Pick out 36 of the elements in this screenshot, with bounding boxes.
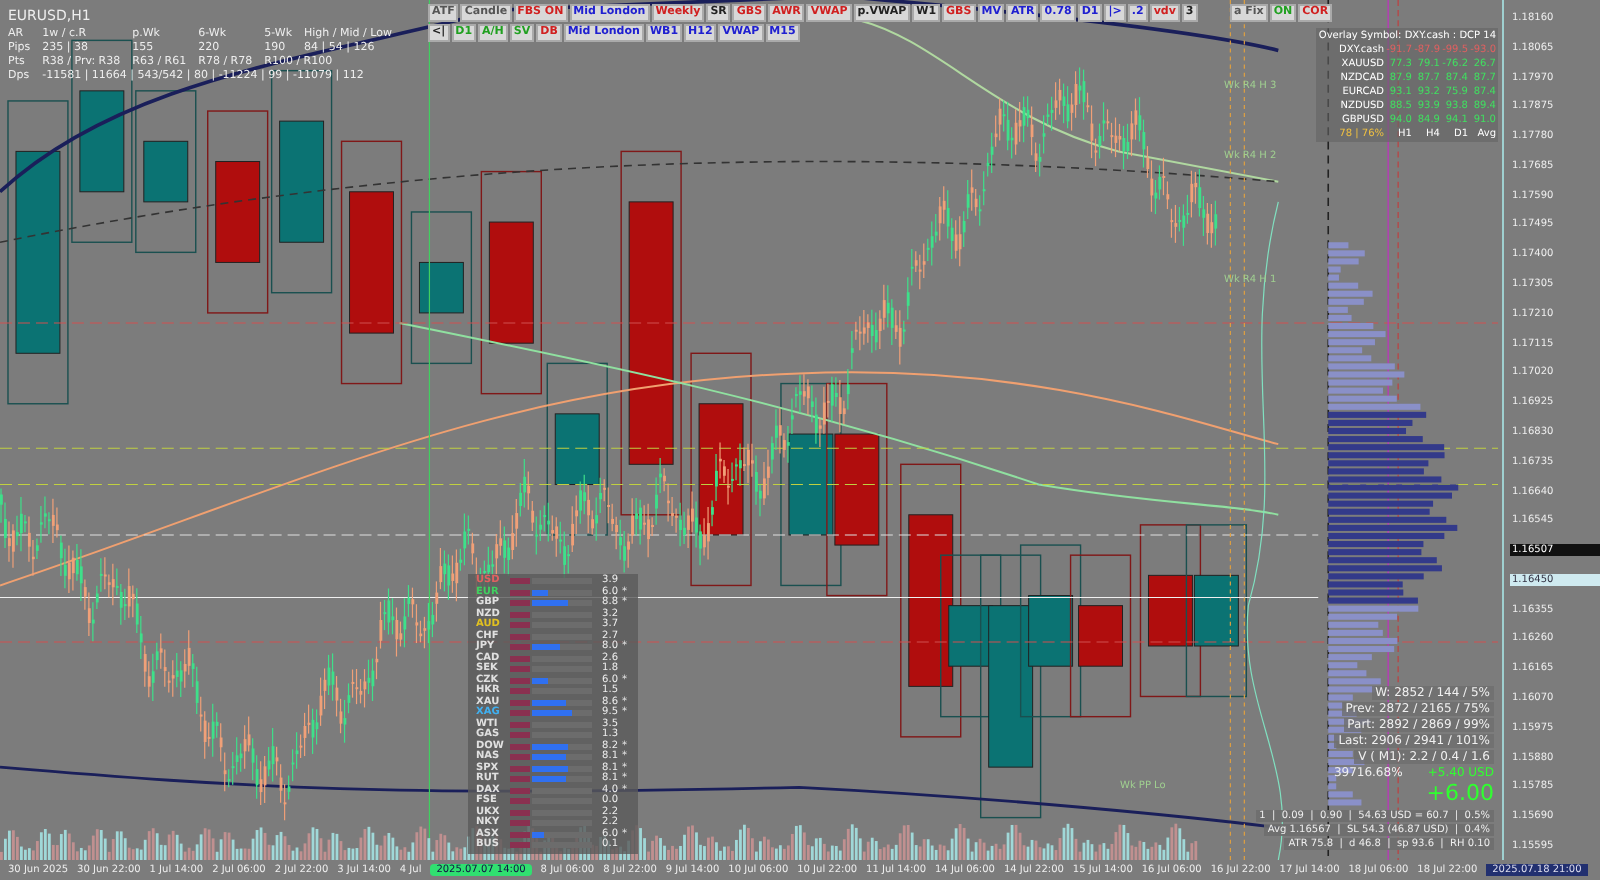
bar-marker xyxy=(510,743,530,750)
bar-marker xyxy=(510,842,530,849)
bar-marker xyxy=(510,787,530,794)
strength-bar xyxy=(532,699,592,706)
strength-bar xyxy=(532,710,592,717)
bar-marker xyxy=(510,765,530,772)
bar-marker xyxy=(510,578,530,585)
bar-marker xyxy=(510,754,530,761)
bar-marker xyxy=(510,677,530,684)
bar-marker xyxy=(510,655,530,662)
bar-marker xyxy=(510,831,530,838)
strength-bar xyxy=(532,743,592,750)
bar-marker xyxy=(510,820,530,827)
bar-marker xyxy=(510,688,530,695)
bar-marker xyxy=(510,798,530,805)
profit-points: +6.00 xyxy=(1426,780,1494,806)
bar-marker xyxy=(510,589,530,596)
strength-bar xyxy=(532,765,592,772)
bar-marker xyxy=(510,622,530,629)
bar-marker xyxy=(510,732,530,739)
strength-bar xyxy=(532,644,592,651)
bar-marker xyxy=(510,710,530,717)
bar-marker xyxy=(510,666,530,673)
strength-bar xyxy=(532,600,592,607)
bar-marker xyxy=(510,644,530,651)
bar-marker xyxy=(510,600,530,607)
bar-marker xyxy=(510,809,530,816)
bar-marker xyxy=(510,721,530,728)
bar-marker xyxy=(510,699,530,706)
bar-marker xyxy=(510,633,530,640)
strength-bar xyxy=(532,677,592,684)
strength-bar xyxy=(532,754,592,761)
bar-marker xyxy=(510,776,530,783)
strength-bar xyxy=(532,589,592,596)
bar-marker xyxy=(510,611,530,618)
strength-bar xyxy=(532,776,592,783)
